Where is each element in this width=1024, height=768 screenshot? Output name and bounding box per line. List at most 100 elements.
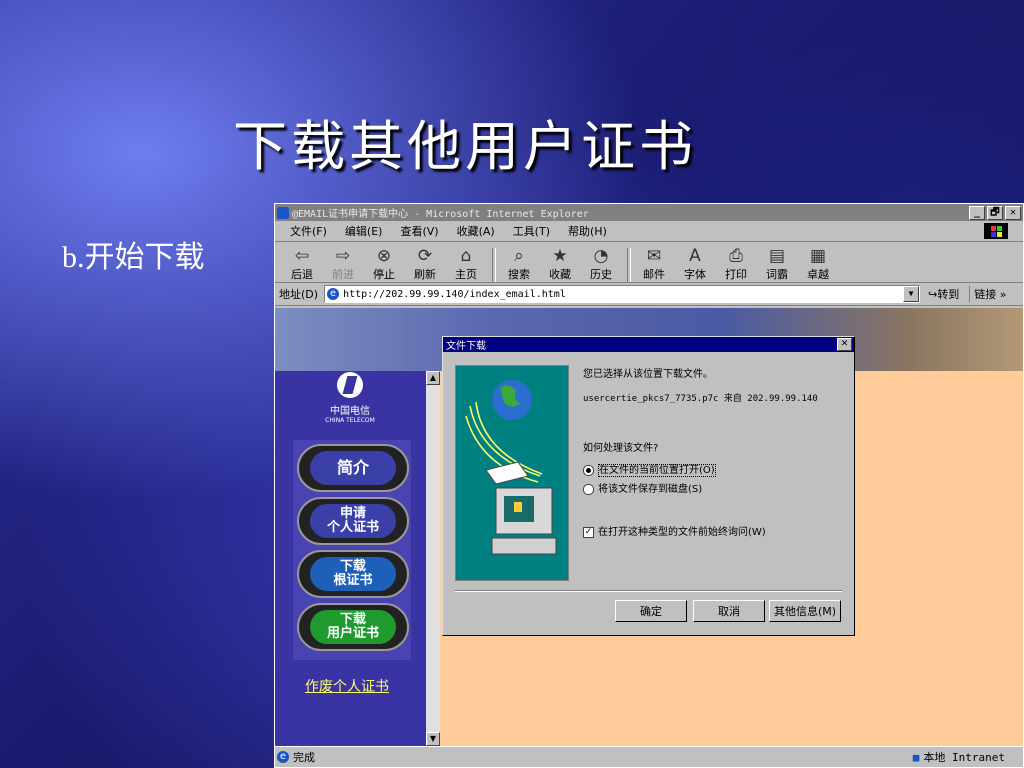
dialog-question: 如何处理该文件?	[583, 443, 659, 454]
china-telecom-logo: 中国电信 CHINA TELECOM	[315, 372, 385, 424]
option-open-label: 在文件的当前位置打开(O)	[598, 464, 716, 477]
ie-icon	[277, 206, 289, 219]
address-dropdown-button[interactable]: ▼	[903, 286, 920, 302]
home-button[interactable]: ⌂ 主页	[447, 246, 485, 282]
address-bar: 地址(D) e http://202.99.99.140/index_email…	[275, 283, 1023, 306]
history-button[interactable]: ◔ 历史	[582, 246, 620, 282]
joyo-button[interactable]: ▦ 卓越	[799, 246, 837, 282]
telecom-logo-icon	[337, 372, 363, 398]
mail-label: 邮件	[643, 268, 665, 281]
links-button[interactable]: 链接 »	[969, 286, 1007, 302]
toolbar: ⇦ 后退 ⇨ 前进 ⊗ 停止 ⟳ 刷新 ⌂ 主页 ⌕ 搜索 ★ 收藏 ◔ 历史 ✉ 邮件 A 字体 …	[275, 242, 1023, 283]
nav-intro-button[interactable]: 简介	[297, 444, 409, 492]
close-button[interactable]: ✕	[1005, 205, 1021, 220]
nav-download-root-label: 下载 根证书	[310, 557, 396, 591]
go-icon: ↪	[928, 288, 938, 301]
dialog-close-button[interactable]: ✕	[837, 338, 852, 351]
address-url: http://202.99.99.140/index_email.html	[343, 288, 566, 300]
stop-icon: ⊗	[376, 246, 392, 266]
menu-tools[interactable]: 工具(T)	[513, 223, 550, 239]
dictionary-icon: ▤	[768, 246, 786, 266]
back-icon: ⇦	[294, 246, 310, 266]
option-save-radio[interactable]: 将该文件保存到磁盘(S)	[583, 480, 702, 495]
nav-block: 简介 申请 个人证书 下载 根证书 下载 用户证书	[293, 440, 411, 660]
font-button[interactable]: A 字体	[676, 246, 714, 282]
intranet-icon: ■	[912, 750, 920, 764]
sidebar-scrollbar[interactable]: ▲ ▼	[426, 371, 440, 746]
search-icon: ⌕	[514, 246, 524, 266]
mail-button[interactable]: ✉ 邮件	[635, 246, 673, 282]
refresh-button[interactable]: ⟳ 刷新	[406, 246, 444, 282]
font-icon: A	[689, 246, 701, 266]
maximize-button[interactable]: 🗗	[987, 205, 1003, 220]
dictionary-label: 词霸	[766, 268, 788, 281]
search-label: 搜索	[508, 268, 530, 281]
history-icon: ◔	[593, 246, 609, 266]
status-page-icon: e	[277, 751, 289, 763]
refresh-label: 刷新	[414, 268, 436, 281]
more-info-button[interactable]: 其他信息(M)	[769, 600, 841, 622]
address-input[interactable]: e http://202.99.99.140/index_email.html …	[324, 285, 921, 303]
page-icon: e	[327, 288, 340, 300]
nav-download-user-button[interactable]: 下载 用户证书	[297, 603, 409, 651]
menu-edit[interactable]: 编辑(E)	[345, 223, 383, 239]
dialog-intro: 您已选择从该位置下载文件。	[583, 369, 713, 380]
joyo-label: 卓越	[807, 268, 829, 281]
cancel-button[interactable]: 取消	[693, 600, 765, 622]
logo-en: CHINA TELECOM	[325, 417, 375, 424]
toolbar-separator	[492, 248, 496, 282]
slide-bullet: b.开始下载	[62, 241, 205, 274]
checkmark-icon: ✓	[583, 526, 594, 538]
scroll-down-icon[interactable]: ▼	[426, 732, 440, 746]
minimize-button[interactable]: _	[969, 205, 985, 220]
history-label: 历史	[590, 268, 612, 281]
windows-logo-icon	[984, 223, 1008, 239]
security-zone: ■ 本地 Intranet	[913, 749, 1023, 765]
favorites-button[interactable]: ★ 收藏	[541, 246, 579, 282]
menu-favorites[interactable]: 收藏(A)	[457, 223, 495, 239]
forward-icon: ⇨	[335, 246, 351, 266]
menu-view[interactable]: 查看(V)	[400, 223, 438, 239]
print-label: 打印	[725, 268, 747, 281]
stop-button[interactable]: ⊗ 停止	[365, 246, 403, 282]
always-ask-label: 在打开这种类型的文件前始终询问(W)	[598, 527, 766, 538]
address-label: 地址(D)	[279, 288, 319, 301]
scroll-up-icon[interactable]: ▲	[426, 371, 440, 385]
status-bar: e 完成 ■ 本地 Intranet	[275, 746, 1023, 767]
forward-label: 前进	[332, 268, 354, 281]
menu-bar: 文件(F) 编辑(E) 查看(V) 收藏(A) 工具(T) 帮助(H)	[275, 221, 1023, 242]
nav-apply-cert-label: 申请 个人证书	[310, 504, 396, 538]
logo-cn: 中国电信	[330, 406, 370, 417]
nav-apply-cert-button[interactable]: 申请 个人证书	[297, 497, 409, 545]
back-button[interactable]: ⇦ 后退	[283, 246, 321, 282]
go-button[interactable]: ↪转到	[928, 286, 959, 302]
option-save-label: 将该文件保存到磁盘(S)	[598, 484, 703, 495]
ok-button[interactable]: 确定	[615, 600, 687, 622]
radio-icon	[583, 483, 594, 495]
nav-download-user-label: 下载 用户证书	[310, 610, 396, 644]
revoke-cert-link[interactable]: 作废个人证书	[305, 676, 389, 696]
print-button[interactable]: ⎙ 打印	[717, 246, 755, 282]
refresh-icon: ⟳	[417, 246, 433, 266]
menu-file[interactable]: 文件(F)	[290, 223, 327, 239]
dictionary-button[interactable]: ▤ 词霸	[758, 246, 796, 282]
forward-button[interactable]: ⇨ 前进	[324, 246, 362, 282]
dialog-file-line: usercertie_pkcs7_7735.p7c 来自 202.99.99.1…	[583, 394, 818, 404]
nav-download-root-button[interactable]: 下载 根证书	[297, 550, 409, 598]
stop-label: 停止	[373, 268, 395, 281]
window-titlebar[interactable]: @EMAIL证书申请下载中心 - Microsoft Internet Expl…	[275, 204, 1023, 221]
menu-help[interactable]: 帮助(H)	[568, 223, 607, 239]
favorites-icon: ★	[552, 246, 568, 266]
download-illustration	[455, 365, 569, 581]
dialog-titlebar[interactable]: 文件下载 ✕	[443, 337, 854, 352]
nav-intro-label: 简介	[310, 451, 396, 485]
option-open-radio[interactable]: 在文件的当前位置打开(O)	[583, 461, 716, 477]
search-button[interactable]: ⌕ 搜索	[500, 246, 538, 282]
print-icon: ⎙	[729, 246, 743, 266]
window-title: @EMAIL证书申请下载中心 - Microsoft Internet Expl…	[292, 209, 589, 220]
slide-title: 下载其他用户证书	[233, 115, 697, 178]
favorites-label: 收藏	[549, 268, 571, 281]
globe-computer-icon	[465, 380, 557, 555]
dialog-divider	[455, 590, 842, 592]
always-ask-checkbox[interactable]: ✓ 在打开这种类型的文件前始终询问(W)	[583, 523, 766, 538]
